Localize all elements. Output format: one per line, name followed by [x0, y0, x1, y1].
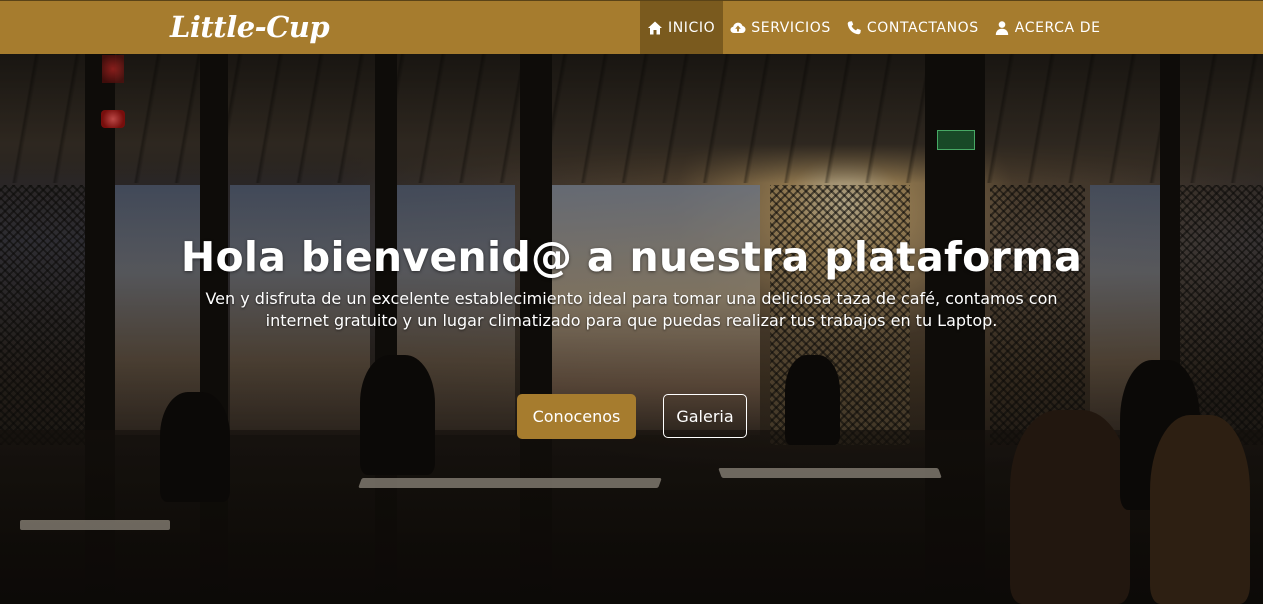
nav-item-acerca-de[interactable]: ACERCA DE — [987, 1, 1109, 54]
galeria-button[interactable]: Galeria — [663, 394, 747, 438]
nav-item-contactanos[interactable]: CONTACTANOS — [839, 1, 987, 54]
conocenos-button[interactable]: Conocenos — [517, 394, 636, 439]
user-icon — [994, 20, 1010, 36]
nav-item-servicios[interactable]: SERVICIOS — [723, 1, 839, 54]
navbar: Little-Cup INICIO SERVICIOS CONTACTANOS — [0, 0, 1263, 54]
brand-logo[interactable]: Little-Cup — [170, 7, 330, 47]
nav-item-label: CONTACTANOS — [866, 19, 979, 36]
phone-icon — [846, 20, 862, 36]
nav-item-label: SERVICIOS — [751, 19, 831, 36]
nav-item-label: ACERCA DE — [1014, 19, 1101, 36]
nav-item-label: INICIO — [668, 19, 716, 36]
nav-item-inicio[interactable]: INICIO — [640, 1, 724, 54]
cloud-upload-icon — [730, 20, 746, 36]
hero-title: Hola bienvenid@ a nuestra plataforma — [180, 233, 1083, 281]
hero-content: Hola bienvenid@ a nuestra plataforma Ven… — [0, 228, 1263, 332]
main-nav: INICIO SERVICIOS CONTACTANOS ACERCA DE — [640, 1, 1109, 54]
page: Little-Cup INICIO SERVICIOS CONTACTANOS — [0, 0, 1263, 604]
home-icon — [647, 20, 663, 36]
hero-description: Ven y disfruta de un excelente estableci… — [205, 289, 1058, 330]
